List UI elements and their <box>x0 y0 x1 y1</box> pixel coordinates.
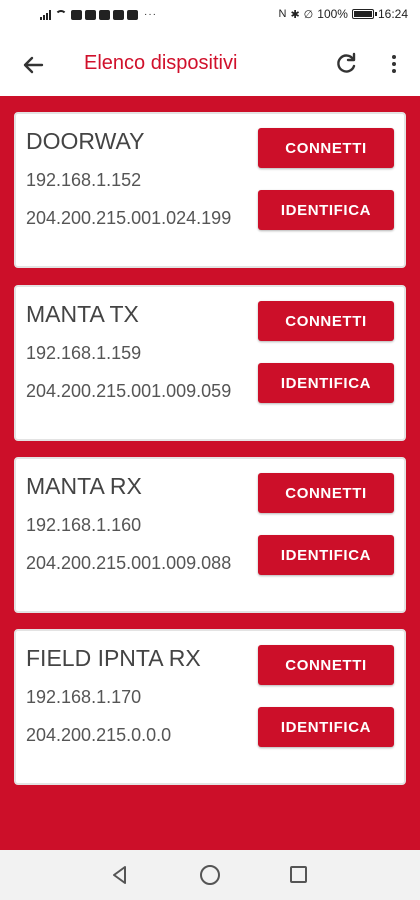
status-left: ··· <box>40 9 157 20</box>
signal-icon <box>40 9 51 20</box>
connect-button[interactable]: CONNETTI <box>258 301 394 341</box>
nav-home-icon[interactable] <box>200 865 220 885</box>
more-vert-icon[interactable] <box>384 50 404 78</box>
device-card: MANTA TX 192.168.1.159 204.200.215.001.0… <box>14 285 406 441</box>
battery-fill <box>353 11 372 17</box>
device-card: FIELD IPNTA RX 192.168.1.170 204.200.215… <box>14 629 406 785</box>
device-name: DOORWAY <box>26 128 145 154</box>
identify-button[interactable]: IDENTIFICA <box>258 363 394 403</box>
connect-button[interactable]: CONNETTI <box>258 645 394 685</box>
battery-percent: 100% <box>317 7 348 21</box>
nav-back-icon[interactable] <box>110 865 130 885</box>
device-name: MANTA TX <box>26 301 139 327</box>
identify-button[interactable]: IDENTIFICA <box>258 190 394 230</box>
identify-button[interactable]: IDENTIFICA <box>258 707 394 747</box>
connect-button[interactable]: CONNETTI <box>258 128 394 168</box>
page-title: Elenco dispositivi <box>84 52 238 74</box>
device-name: MANTA RX <box>26 473 142 499</box>
status-bar: ··· N ✱ ∅ 100% 16:24 <box>0 0 420 32</box>
device-ip: 192.168.1.160 <box>26 515 142 535</box>
more-notifications-icon: ··· <box>144 9 157 20</box>
device-name: FIELD IPNTA RX <box>26 645 201 671</box>
nav-recents-icon[interactable] <box>290 866 307 883</box>
bluetooth-icon: ✱ <box>290 8 300 21</box>
device-address: 204.200.215.0.0.0 <box>26 725 172 745</box>
arrow-left-icon[interactable] <box>18 50 48 80</box>
status-right: N ✱ ∅ 100% 16:24 <box>279 7 409 21</box>
refresh-icon[interactable] <box>332 50 360 78</box>
device-card: DOORWAY 192.168.1.152 204.200.215.001.02… <box>14 112 406 268</box>
system-nav-bar <box>0 850 420 900</box>
nfc-icon: N <box>278 8 287 20</box>
identify-button[interactable]: IDENTIFICA <box>258 535 394 575</box>
device-ip: 192.168.1.159 <box>26 343 142 363</box>
app-notification-icons <box>71 9 138 20</box>
mute-icon: ∅ <box>303 8 314 21</box>
device-address: 204.200.215.001.009.059 <box>26 381 232 401</box>
connect-button[interactable]: CONNETTI <box>258 473 394 513</box>
device-ip: 192.168.1.170 <box>26 687 142 707</box>
device-address: 204.200.215.001.009.088 <box>26 553 232 573</box>
wifi-icon <box>55 9 67 20</box>
battery-icon <box>351 9 377 19</box>
app-bar: Elenco dispositivi <box>0 32 420 96</box>
device-ip: 192.168.1.152 <box>26 170 142 190</box>
device-card: MANTA RX 192.168.1.160 204.200.215.001.0… <box>14 457 406 613</box>
device-address: 204.200.215.001.024.199 <box>26 208 232 228</box>
status-time: 16:24 <box>377 7 408 21</box>
device-list: DOORWAY 192.168.1.152 204.200.215.001.02… <box>0 96 420 850</box>
